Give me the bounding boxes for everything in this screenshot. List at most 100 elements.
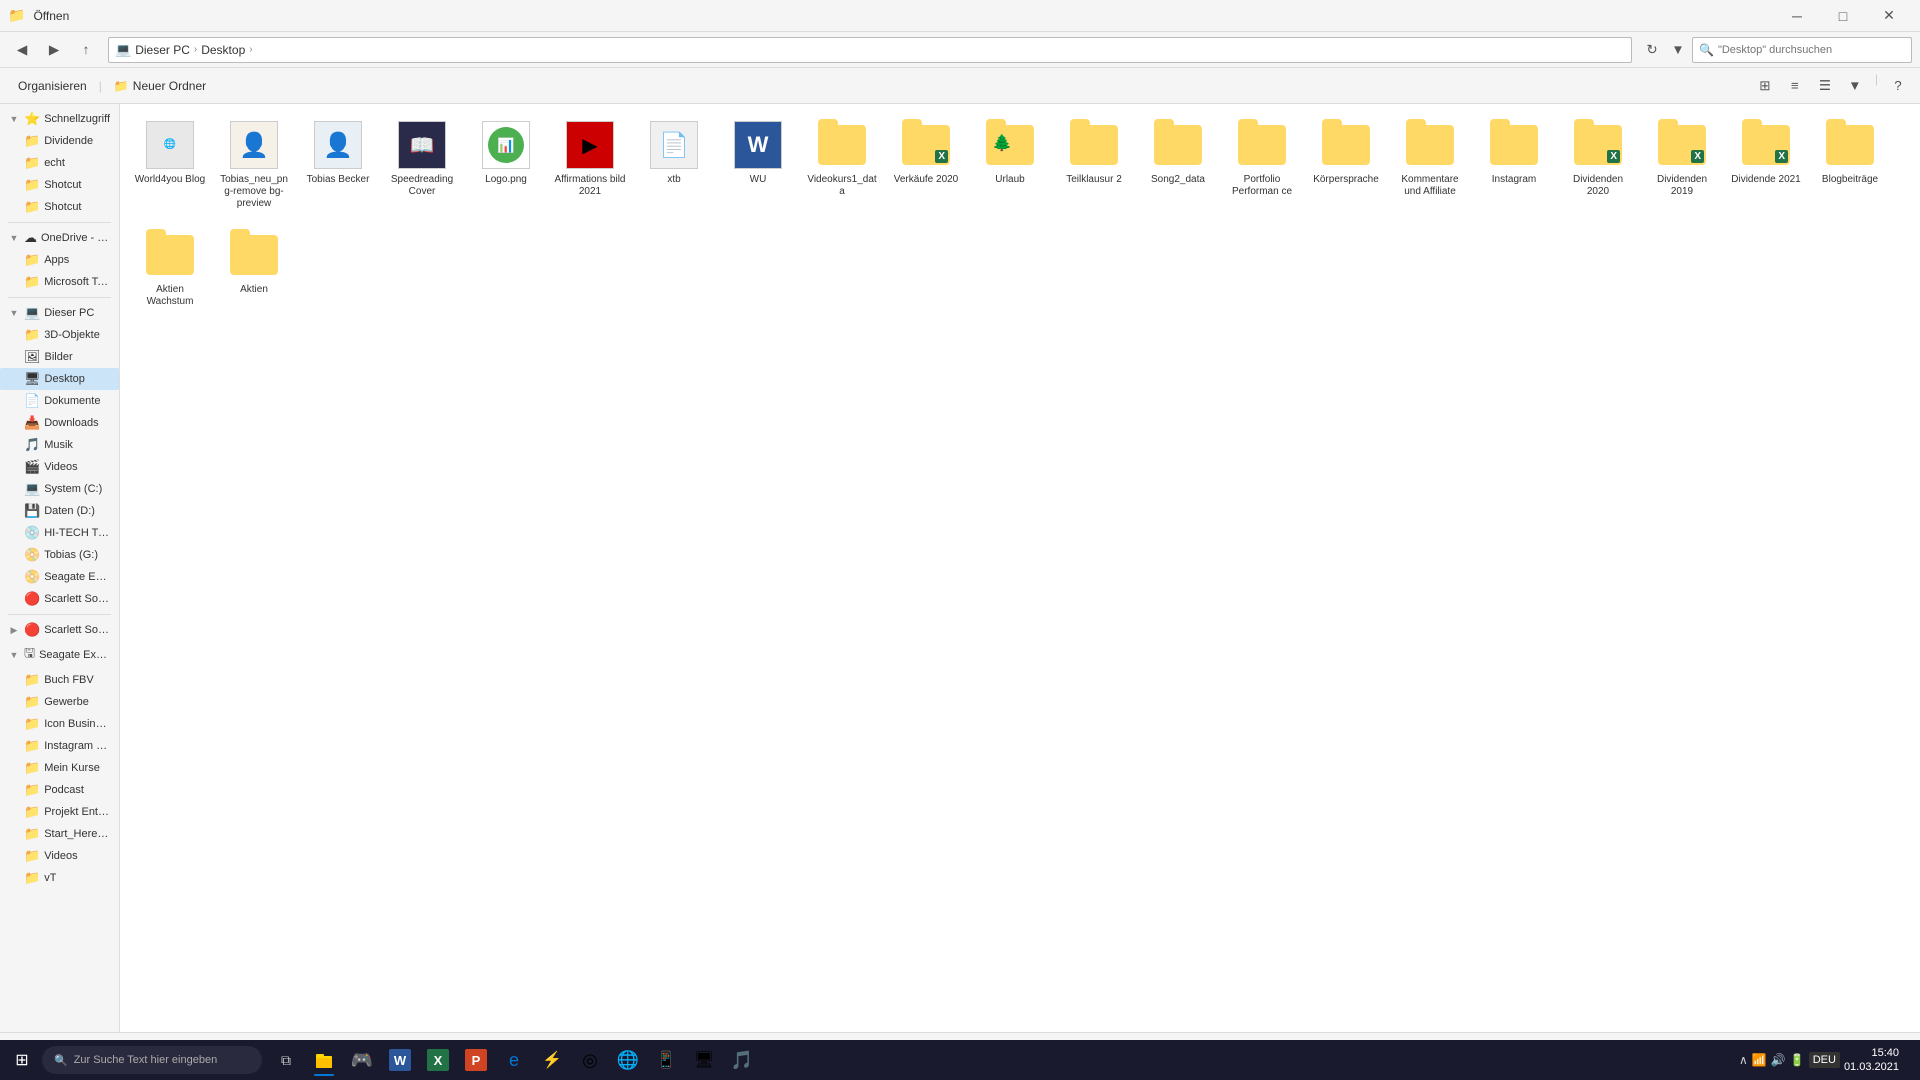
taskbar-xbox[interactable]: 🎮	[344, 1042, 380, 1078]
file-item-affirmations[interactable]: ▶ Affirmations bild 2021	[550, 114, 630, 216]
file-item-instagram-folder[interactable]: Instagram	[1474, 114, 1554, 216]
file-item-aktien-wachstum[interactable]: Aktien Wachstum	[130, 224, 210, 314]
breadcrumb-desktop[interactable]: Desktop	[201, 43, 245, 57]
tray-volume[interactable]: 🔊	[1771, 1053, 1786, 1067]
help-button[interactable]: ?	[1884, 72, 1912, 100]
sidebar-item-vt[interactable]: 📁 vT	[0, 867, 119, 889]
sidebar-item-bilder[interactable]: 🖼 Bilder	[0, 346, 119, 368]
file-item-portfolio[interactable]: Portfolio Performan ce	[1222, 114, 1302, 216]
file-item-logo[interactable]: 📊 Logo.png	[466, 114, 546, 216]
file-item-aktien[interactable]: Aktien	[214, 224, 294, 314]
file-item-song2[interactable]: Song2_data	[1138, 114, 1218, 216]
breadcrumb-pc[interactable]: Dieser PC	[135, 43, 190, 57]
file-item-world4you[interactable]: 🌐 World4you Blog	[130, 114, 210, 216]
sidebar-section-thispc[interactable]: ▼ 💻 Dieser PC	[0, 302, 119, 324]
sidebar-item-apps[interactable]: 📁 Apps	[0, 249, 119, 271]
sidebar-section-seagate2[interactable]: ▼ 🖫 Seagate Expansion...	[0, 641, 119, 669]
sidebar-item-gewerbe[interactable]: 📁 Gewerbe	[0, 691, 119, 713]
sidebar-item-instagram[interactable]: 📁 Instagram und T...	[0, 735, 119, 757]
taskbar-taskview[interactable]: ⧉	[268, 1042, 304, 1078]
file-name: Videokurs1_data	[806, 174, 878, 198]
file-item-teilklausur[interactable]: Teilklausur 2	[1054, 114, 1134, 216]
file-item-blogbeitrage[interactable]: Blogbeiträge	[1810, 114, 1890, 216]
sidebar-item-scarlett[interactable]: 🔴 Scarlett Solo USB	[0, 588, 119, 610]
sidebar-item-shotcut1[interactable]: 📁 Shotcut	[0, 174, 119, 196]
file-item-dividende2021[interactable]: X Dividende 2021	[1726, 114, 1806, 216]
sidebar-section-scarlett2[interactable]: ▶ 🔴 Scarlett Solo USB...	[0, 619, 119, 641]
refresh-button[interactable]: ↻	[1640, 38, 1664, 62]
sidebar-item-systemc[interactable]: 💻 System (C:)	[0, 478, 119, 500]
sidebar-item-hitech[interactable]: 💿 HI-TECH Treiber	[0, 522, 119, 544]
sidebar-item-starthere[interactable]: 📁 Start_Here_Mac...	[0, 823, 119, 845]
file-item-verkaufe[interactable]: X Verkäufe 2020	[886, 114, 966, 216]
up-button[interactable]: ↑	[72, 36, 100, 64]
tray-battery[interactable]: 🔋	[1790, 1053, 1805, 1067]
sidebar-item-msteams[interactable]: 📁 Microsoft Teams	[0, 271, 119, 293]
file-item-dividenden2019[interactable]: X Dividenden 2019	[1642, 114, 1722, 216]
sidebar-item-3dobjekte[interactable]: 📁 3D-Objekte	[0, 324, 119, 346]
file-item-korpersprache[interactable]: Körpersprache	[1306, 114, 1386, 216]
taskbar-excel[interactable]: X	[420, 1042, 456, 1078]
taskbar-app1[interactable]: ⚡	[534, 1042, 570, 1078]
sidebar-item-buchfbv[interactable]: 📁 Buch FBV	[0, 669, 119, 691]
taskbar-clock[interactable]: 15:40 01.03.2021	[1844, 1046, 1899, 1075]
taskbar-app2[interactable]: 📱	[648, 1042, 684, 1078]
taskbar-fileexplorer[interactable]	[306, 1042, 342, 1078]
expand-button[interactable]: ▼	[1668, 38, 1688, 62]
file-item-videokurs[interactable]: Videokurs1_data	[802, 114, 882, 216]
sidebar-item-projekt[interactable]: 📁 Projekt Entspann...	[0, 801, 119, 823]
sidebar-item-desktop[interactable]: 🖥 Desktop	[0, 368, 119, 390]
file-item-wu[interactable]: W WU	[718, 114, 798, 216]
taskbar-search[interactable]: 🔍 Zur Suche Text hier eingeben	[42, 1046, 262, 1074]
minimize-button[interactable]: ─	[1774, 0, 1820, 32]
taskbar-powerpoint[interactable]: P	[458, 1042, 494, 1078]
tray-network[interactable]: 📶	[1752, 1053, 1767, 1067]
title-bar-left: 📁 Öffnen	[8, 7, 69, 24]
sidebar-item-datend[interactable]: 💾 Daten (D:)	[0, 500, 119, 522]
sidebar-item-shotcut2[interactable]: 📁 Shotcut	[0, 196, 119, 218]
view-details-button[interactable]: ☰	[1811, 72, 1839, 100]
taskbar-chrome[interactable]: ◎	[572, 1042, 608, 1078]
sidebar-item-dividende[interactable]: 📁 Dividende	[0, 130, 119, 152]
sidebar-item-tobiasg[interactable]: 📀 Tobias (G:)	[0, 544, 119, 566]
taskbar-edge[interactable]: 🌐	[610, 1042, 646, 1078]
start-button[interactable]: ⊞	[4, 1042, 40, 1078]
maximize-button[interactable]: □	[1820, 0, 1866, 32]
sidebar-item-meinkurse[interactable]: 📁 Mein Kurse	[0, 757, 119, 779]
file-item-urlaub[interactable]: 🌲 Urlaub	[970, 114, 1050, 216]
taskbar-app3[interactable]: 🖥	[686, 1042, 722, 1078]
forward-button[interactable]: ▶	[40, 36, 68, 64]
tray-expand[interactable]: ∧	[1739, 1053, 1748, 1067]
taskbar-edgeold[interactable]: e	[496, 1042, 532, 1078]
view-list-button[interactable]: ≡	[1781, 72, 1809, 100]
language-badge[interactable]: DEU	[1809, 1052, 1840, 1068]
file-item-dividenden2020[interactable]: X Dividenden 2020	[1558, 114, 1638, 216]
taskbar-word[interactable]: W	[382, 1042, 418, 1078]
search-bar[interactable]: 🔍	[1692, 37, 1912, 63]
sidebar-item-echt[interactable]: 📁 echt	[0, 152, 119, 174]
close-button[interactable]: ✕	[1866, 0, 1912, 32]
view-options-button[interactable]: ▼	[1841, 72, 1869, 100]
view-extra-button[interactable]: ⊞	[1751, 72, 1779, 100]
sidebar-section-quickaccess[interactable]: ▼ ⭐ Schnellzugriff	[0, 108, 119, 130]
sidebar-item-podcast[interactable]: 📁 Podcast	[0, 779, 119, 801]
sidebar-item-videos[interactable]: 🎬 Videos	[0, 456, 119, 478]
file-item-xtb[interactable]: 📄 xtb	[634, 114, 714, 216]
sidebar-item-musik[interactable]: 🎵 Musik	[0, 434, 119, 456]
search-input[interactable]	[1718, 44, 1905, 56]
back-button[interactable]: ◀	[8, 36, 36, 64]
sidebar-item-downloads[interactable]: 📥 Downloads	[0, 412, 119, 434]
sidebar-item-seagate[interactable]: 📀 Seagate Expansi...	[0, 566, 119, 588]
file-item-speedreading[interactable]: 📖 Speedreading Cover	[382, 114, 462, 216]
file-item-tobias-becker[interactable]: 👤 Tobias Becker	[298, 114, 378, 216]
sidebar-item-videos2[interactable]: 📁 Videos	[0, 845, 119, 867]
new-folder-button[interactable]: 📁 Neuer Ordner	[104, 72, 216, 100]
sidebar-section-onedrive[interactable]: ▼ ☁ OneDrive - Wirtsc...	[0, 227, 119, 249]
organise-button[interactable]: Organisieren	[8, 72, 97, 100]
file-item-kommentare[interactable]: Kommentare und Affiliate	[1390, 114, 1470, 216]
taskbar-spotify[interactable]: 🎵	[724, 1042, 760, 1078]
sidebar-item-dokumente[interactable]: 📄 Dokumente	[0, 390, 119, 412]
sidebar-item-iconbusiness[interactable]: 📁 Icon Business	[0, 713, 119, 735]
file-item-tobias-png[interactable]: 👤 Tobias_neu_png-remove bg-preview	[214, 114, 294, 216]
address-bar[interactable]: 💻 Dieser PC › Desktop ›	[108, 37, 1632, 63]
